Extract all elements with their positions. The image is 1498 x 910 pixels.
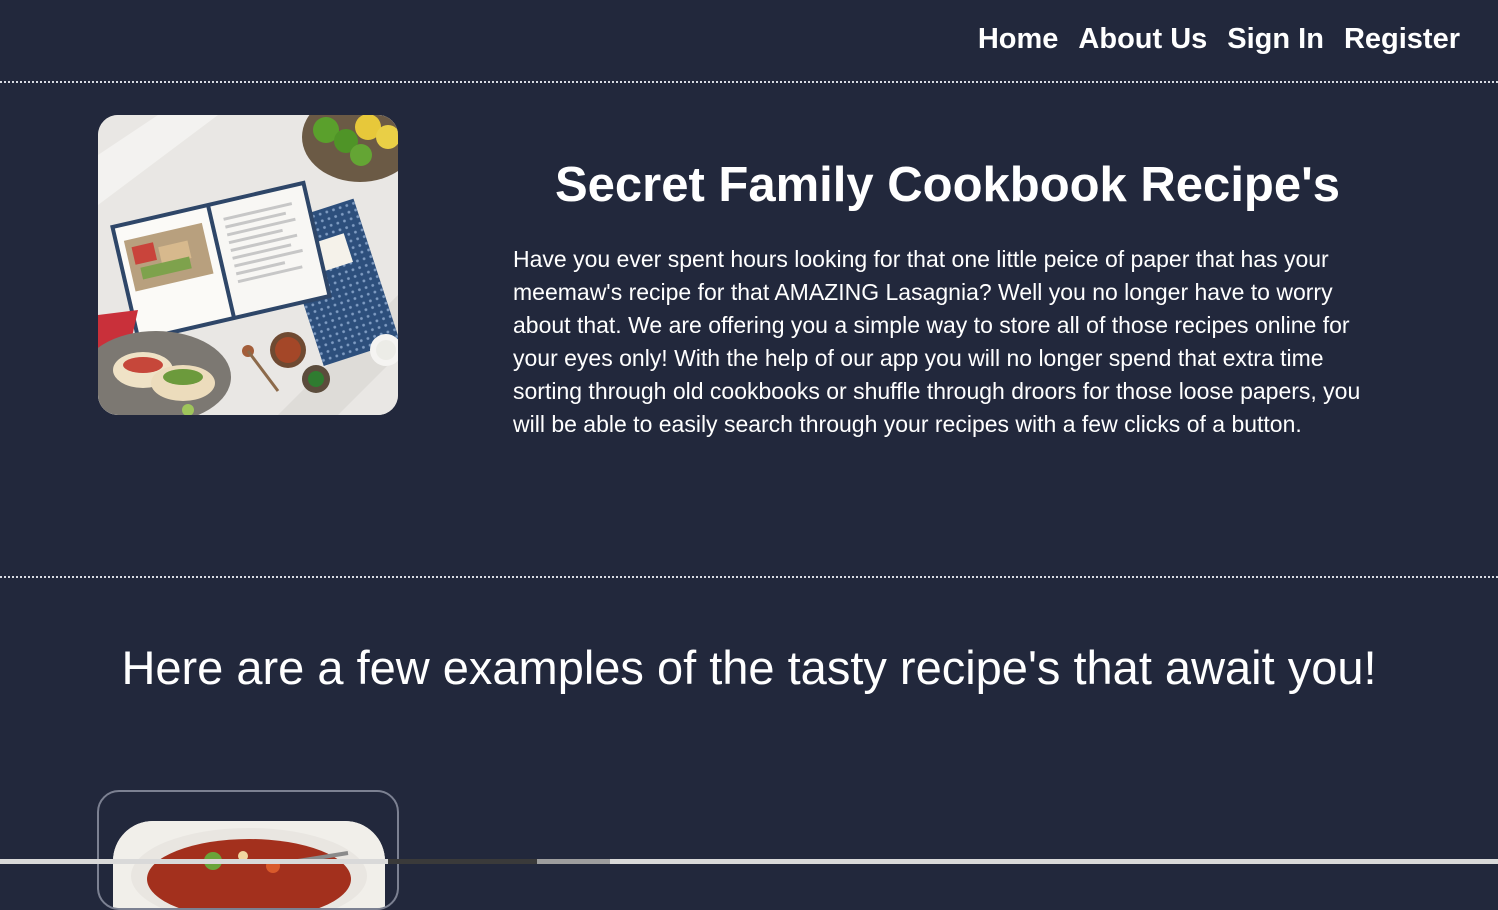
horizontal-scrollbar[interactable] <box>0 859 1498 864</box>
scrollbar-thumb[interactable] <box>537 859 610 864</box>
scrollbar-track-segment <box>388 859 537 864</box>
recipe-card-image <box>113 821 385 908</box>
recipe-card[interactable] <box>97 790 399 910</box>
nav-signin-link[interactable]: Sign In <box>1227 20 1324 58</box>
section-divider <box>0 576 1498 578</box>
cookbook-image <box>98 115 398 415</box>
hero-title: Secret Family Cookbook Recipe's <box>554 158 1341 212</box>
examples-title: Here are a few examples of the tasty rec… <box>121 641 1377 694</box>
nav-about-link[interactable]: About Us <box>1078 20 1207 58</box>
nav-home-link[interactable]: Home <box>978 20 1059 58</box>
soup-bowl-icon <box>113 821 385 908</box>
nav-register-link[interactable]: Register <box>1344 20 1460 58</box>
top-nav: Home About Us Sign In Register <box>0 0 1498 83</box>
hero-description: Have you ever spent hours looking for th… <box>513 246 1361 437</box>
cookbook-photo-icon <box>98 115 398 415</box>
nav-links: Home About Us Sign In Register <box>978 20 1460 58</box>
